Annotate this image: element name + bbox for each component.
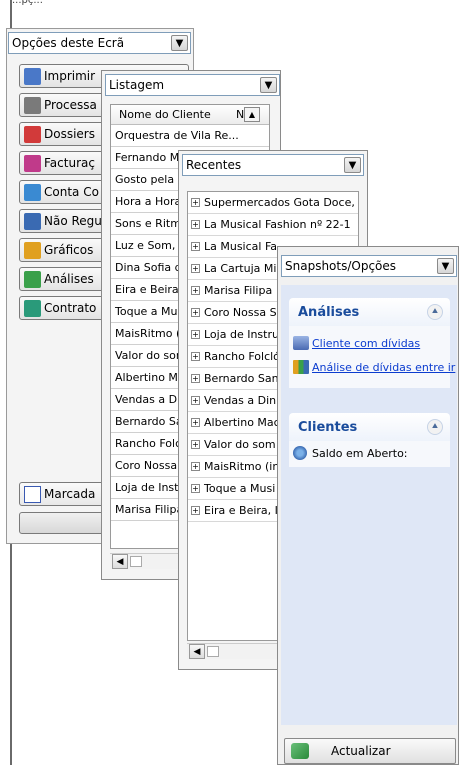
chevron-up-icon[interactable]: ▲	[244, 107, 260, 122]
snapshots-combo[interactable]: Snapshots/Opções ▼	[281, 255, 457, 277]
expand-icon[interactable]: +	[191, 198, 200, 207]
listing-combo-label: Listagem	[109, 78, 165, 92]
refresh-icon	[293, 446, 307, 460]
tree-item[interactable]: + Supermercados Gota Doce,	[188, 192, 358, 214]
column-header-n[interactable]: N	[236, 108, 244, 121]
expand-icon[interactable]: +	[191, 396, 200, 405]
collapse-icon[interactable]: ⯅	[427, 419, 443, 435]
invoicing-button-label: Facturaç	[44, 156, 95, 170]
checkbox-icon	[24, 485, 41, 503]
update-button-label: Actualizar	[331, 744, 391, 758]
clients-item[interactable]: Saldo em Aberto:	[293, 446, 408, 460]
debts-analysis-link[interactable]: Análise de dívidas entre ir	[312, 361, 455, 374]
listing-combo[interactable]: Listagem ▼	[105, 74, 280, 96]
expand-icon[interactable]: +	[191, 220, 200, 229]
chevron-down-icon[interactable]: ▼	[260, 77, 277, 93]
dossiers-button-label: Dossiers	[44, 127, 95, 141]
tree-item-label: Vendas a Din	[204, 394, 277, 407]
analysis-item[interactable]: Análise de dívidas entre ir	[293, 360, 455, 374]
scroll-left-icon[interactable]: ◀	[189, 644, 205, 659]
print-button-label: Imprimir	[44, 69, 96, 83]
clients-section-header[interactable]: Clientes ⯅	[289, 413, 450, 441]
scroll-left-icon[interactable]: ◀	[112, 554, 128, 569]
recent-combo-label: Recentes	[186, 158, 242, 172]
tree-item-label: La Musical Fashion nº 22-1	[204, 218, 351, 231]
expand-icon[interactable]: +	[191, 308, 200, 317]
chevron-down-icon[interactable]: ▼	[344, 157, 361, 173]
expand-icon[interactable]: +	[191, 440, 200, 449]
tree-item-label: Rancho Folcló	[204, 350, 280, 363]
analysis-section-header[interactable]: Análises ⯅	[289, 298, 450, 326]
expand-icon[interactable]: +	[191, 418, 200, 427]
process-button-label: Processa	[44, 98, 97, 112]
tree-item-label: Eira e Beira, I	[204, 504, 278, 517]
contract-icon	[24, 299, 41, 317]
update-button[interactable]: Actualizar	[284, 738, 456, 764]
charts-button-label: Gráficos	[44, 243, 94, 257]
contracts-button-label: Contrato	[44, 301, 97, 315]
tree-item-label: La Cartuja Mi	[204, 262, 277, 275]
folder-icon	[24, 125, 41, 143]
scrollbar-thumb[interactable]	[207, 646, 219, 657]
tree-item-label: Supermercados Gota Doce,	[204, 196, 355, 209]
clients-section-body: Saldo em Aberto:	[289, 441, 450, 467]
snapshots-panel: Snapshots/Opções ▼ Análises ⯅ Cliente co…	[277, 246, 459, 765]
expand-icon[interactable]: +	[191, 506, 200, 515]
invoice-icon	[24, 154, 41, 172]
account-button-label: Conta Co	[44, 185, 99, 199]
snapshots-content: Análises ⯅ Cliente com dívidas Análise d…	[281, 285, 457, 725]
options-combo-label: Opções deste Ecrã	[12, 36, 125, 50]
unsettled-button-label: Não Regu	[44, 214, 102, 228]
update-icon	[291, 743, 309, 759]
tree-item-label: Valor do som	[204, 438, 276, 451]
expand-icon[interactable]: +	[191, 352, 200, 361]
tree-item-label: Loja de Instru	[204, 328, 279, 341]
expand-icon[interactable]: +	[191, 242, 200, 251]
chevron-down-icon[interactable]: ▼	[437, 258, 454, 274]
listing-header[interactable]: Nome do Cliente N ▲	[111, 105, 269, 125]
analysis-button-label: Análises	[44, 272, 94, 286]
analysis-item[interactable]: Cliente com dívidas	[293, 336, 420, 350]
tree-item-label: Albertino Mac	[204, 416, 280, 429]
tree-item-label: La Musical Fa	[204, 240, 278, 253]
expand-icon[interactable]: +	[191, 330, 200, 339]
debts-client-link[interactable]: Cliente com dívidas	[312, 337, 420, 350]
printer-icon	[24, 67, 41, 85]
tree-item-label: Bernardo San	[204, 372, 279, 385]
marked-button-label: Marcada	[44, 487, 96, 501]
top-cut-text: ...pç...	[12, 0, 43, 6]
column-header-name[interactable]: Nome do Cliente	[119, 108, 211, 121]
snapshots-combo-label: Snapshots/Opções	[285, 259, 397, 273]
unsettled-icon	[24, 212, 41, 230]
chart-icon	[24, 241, 41, 259]
tree-item-label: Marisa Filipa	[204, 284, 273, 297]
tree-item-label: Coro Nossa S	[204, 306, 277, 319]
analysis-icon	[24, 270, 41, 288]
expand-icon[interactable]: +	[191, 374, 200, 383]
analysis-section-body: Cliente com dívidas Análise de dívidas e…	[289, 326, 455, 388]
expand-icon[interactable]: +	[191, 462, 200, 471]
open-balance-label: Saldo em Aberto:	[312, 446, 408, 460]
clients-section-title: Clientes	[298, 419, 358, 435]
expand-icon[interactable]: +	[191, 484, 200, 493]
scrollbar-thumb[interactable]	[130, 556, 142, 567]
analysis-section-title: Análises	[298, 304, 360, 320]
account-icon	[24, 183, 41, 201]
chevron-down-icon[interactable]: ▼	[171, 35, 188, 51]
printer-icon	[293, 336, 309, 350]
options-combo[interactable]: Opções deste Ecrã ▼	[8, 32, 191, 54]
recent-combo[interactable]: Recentes ▼	[182, 154, 364, 176]
expand-icon[interactable]: +	[191, 286, 200, 295]
tree-item-label: MaisRitmo (in	[204, 460, 280, 473]
bar-chart-icon	[293, 360, 309, 374]
expand-icon[interactable]: +	[191, 264, 200, 273]
tree-item-label: Toque a Musi	[204, 482, 276, 495]
collapse-icon[interactable]: ⯅	[427, 304, 443, 320]
list-item[interactable]: Orquestra de Vila Re...	[111, 125, 269, 147]
process-icon	[24, 96, 41, 114]
tree-item[interactable]: + La Musical Fashion nº 22-1	[188, 214, 358, 236]
